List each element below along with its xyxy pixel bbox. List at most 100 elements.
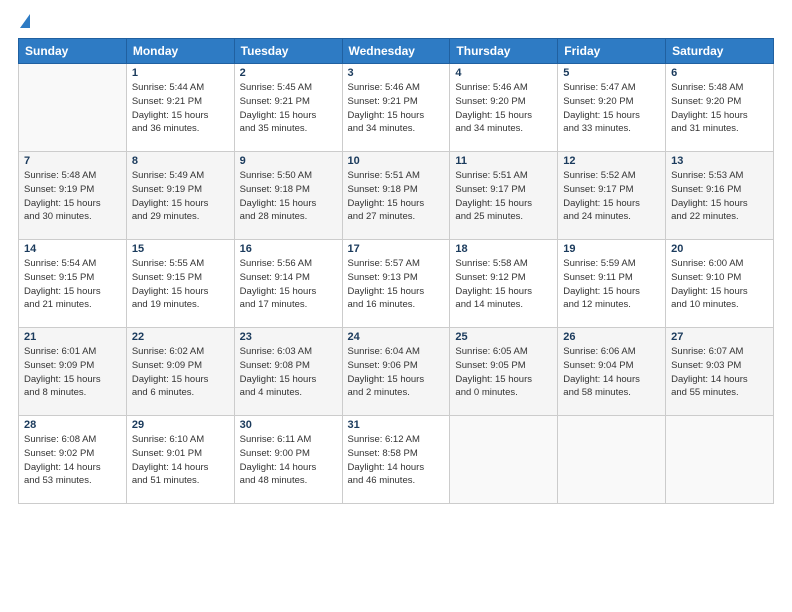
day-info: Sunrise: 6:11 AMSunset: 9:00 PMDaylight:…: [240, 433, 337, 488]
day-number: 17: [348, 243, 445, 255]
day-info: Sunrise: 6:06 AMSunset: 9:04 PMDaylight:…: [563, 345, 660, 400]
day-number: 5: [563, 67, 660, 79]
day-number: 2: [240, 67, 337, 79]
day-info: Sunrise: 5:46 AMSunset: 9:21 PMDaylight:…: [348, 81, 445, 136]
day-cell: 3 Sunrise: 5:46 AMSunset: 9:21 PMDaylight…: [342, 64, 450, 152]
day-cell: 4 Sunrise: 5:46 AMSunset: 9:20 PMDaylight…: [450, 64, 558, 152]
day-info: Sunrise: 5:51 AMSunset: 9:17 PMDaylight:…: [455, 169, 552, 224]
day-number: 26: [563, 331, 660, 343]
day-number: 4: [455, 67, 552, 79]
day-cell: [666, 416, 774, 504]
calendar: SundayMondayTuesdayWednesdayThursdayFrid…: [18, 38, 774, 504]
logo: [18, 16, 30, 28]
day-info: Sunrise: 5:50 AMSunset: 9:18 PMDaylight:…: [240, 169, 337, 224]
day-number: 7: [24, 155, 121, 167]
day-info: Sunrise: 5:52 AMSunset: 9:17 PMDaylight:…: [563, 169, 660, 224]
day-cell: 14 Sunrise: 5:54 AMSunset: 9:15 PMDayligh…: [19, 240, 127, 328]
day-number: 3: [348, 67, 445, 79]
day-number: 22: [132, 331, 229, 343]
day-info: Sunrise: 5:48 AMSunset: 9:20 PMDaylight:…: [671, 81, 768, 136]
day-info: Sunrise: 6:02 AMSunset: 9:09 PMDaylight:…: [132, 345, 229, 400]
day-number: 27: [671, 331, 768, 343]
day-cell: 9 Sunrise: 5:50 AMSunset: 9:18 PMDaylight…: [234, 152, 342, 240]
logo-triangle-icon: [20, 14, 30, 28]
page: SundayMondayTuesdayWednesdayThursdayFrid…: [0, 0, 792, 612]
day-number: 15: [132, 243, 229, 255]
day-cell: 25Sunrise: 6:05 AMSunset: 9:05 PMDayligh…: [450, 328, 558, 416]
day-info: Sunrise: 5:55 AMSunset: 9:15 PMDaylight:…: [132, 257, 229, 312]
day-cell: 29 Sunrise: 6:10 AMSunset: 9:01 PMDayligh…: [126, 416, 234, 504]
day-number: 11: [455, 155, 552, 167]
day-cell: 5 Sunrise: 5:47 AMSunset: 9:20 PMDaylight…: [558, 64, 666, 152]
day-info: Sunrise: 5:47 AMSunset: 9:20 PMDaylight:…: [563, 81, 660, 136]
day-info: Sunrise: 5:46 AMSunset: 9:20 PMDaylight:…: [455, 81, 552, 136]
day-info: Sunrise: 5:54 AMSunset: 9:15 PMDaylight:…: [24, 257, 121, 312]
day-cell: 22 Sunrise: 6:02 AMSunset: 9:09 PMDayligh…: [126, 328, 234, 416]
day-cell: 16Sunrise: 5:56 AMSunset: 9:14 PMDayligh…: [234, 240, 342, 328]
week-row-1: 1 Sunrise: 5:44 AMSunset: 9:21 PMDaylight…: [19, 64, 774, 152]
day-cell: [450, 416, 558, 504]
day-number: 30: [240, 419, 337, 431]
day-cell: 13 Sunrise: 5:53 AMSunset: 9:16 PMDayligh…: [666, 152, 774, 240]
day-cell: 1 Sunrise: 5:44 AMSunset: 9:21 PMDaylight…: [126, 64, 234, 152]
day-info: Sunrise: 5:49 AMSunset: 9:19 PMDaylight:…: [132, 169, 229, 224]
day-info: Sunrise: 5:58 AMSunset: 9:12 PMDaylight:…: [455, 257, 552, 312]
day-number: 20: [671, 243, 768, 255]
day-info: Sunrise: 5:45 AMSunset: 9:21 PMDaylight:…: [240, 81, 337, 136]
day-info: Sunrise: 6:12 AMSunset: 8:58 PMDaylight:…: [348, 433, 445, 488]
day-info: Sunrise: 6:05 AMSunset: 9:05 PMDaylight:…: [455, 345, 552, 400]
day-info: Sunrise: 5:56 AMSunset: 9:14 PMDaylight:…: [240, 257, 337, 312]
day-info: Sunrise: 6:08 AMSunset: 9:02 PMDaylight:…: [24, 433, 121, 488]
day-info: Sunrise: 5:51 AMSunset: 9:18 PMDaylight:…: [348, 169, 445, 224]
day-info: Sunrise: 6:00 AMSunset: 9:10 PMDaylight:…: [671, 257, 768, 312]
week-row-4: 21 Sunrise: 6:01 AMSunset: 9:09 PMDayligh…: [19, 328, 774, 416]
day-cell: 30 Sunrise: 6:11 AMSunset: 9:00 PMDayligh…: [234, 416, 342, 504]
day-info: Sunrise: 5:53 AMSunset: 9:16 PMDaylight:…: [671, 169, 768, 224]
day-cell: [558, 416, 666, 504]
day-cell: 7Sunrise: 5:48 AMSunset: 9:19 PMDaylight…: [19, 152, 127, 240]
day-cell: 2 Sunrise: 5:45 AMSunset: 9:21 PMDaylight…: [234, 64, 342, 152]
day-cell: 17 Sunrise: 5:57 AMSunset: 9:13 PMDayligh…: [342, 240, 450, 328]
day-number: 21: [24, 331, 121, 343]
day-number: 28: [24, 419, 121, 431]
day-cell: 8 Sunrise: 5:49 AMSunset: 9:19 PMDaylight…: [126, 152, 234, 240]
col-header-tuesday: Tuesday: [234, 39, 342, 64]
day-number: 6: [671, 67, 768, 79]
day-number: 13: [671, 155, 768, 167]
day-info: Sunrise: 6:04 AMSunset: 9:06 PMDaylight:…: [348, 345, 445, 400]
day-cell: 12Sunrise: 5:52 AMSunset: 9:17 PMDayligh…: [558, 152, 666, 240]
day-info: Sunrise: 6:03 AMSunset: 9:08 PMDaylight:…: [240, 345, 337, 400]
day-number: 8: [132, 155, 229, 167]
day-cell: 24 Sunrise: 6:04 AMSunset: 9:06 PMDayligh…: [342, 328, 450, 416]
day-number: 29: [132, 419, 229, 431]
day-cell: 26 Sunrise: 6:06 AMSunset: 9:04 PMDayligh…: [558, 328, 666, 416]
day-cell: 27 Sunrise: 6:07 AMSunset: 9:03 PMDayligh…: [666, 328, 774, 416]
week-row-3: 14 Sunrise: 5:54 AMSunset: 9:15 PMDayligh…: [19, 240, 774, 328]
header: [18, 16, 774, 28]
col-header-saturday: Saturday: [666, 39, 774, 64]
day-info: Sunrise: 5:57 AMSunset: 9:13 PMDaylight:…: [348, 257, 445, 312]
day-info: Sunrise: 6:10 AMSunset: 9:01 PMDaylight:…: [132, 433, 229, 488]
col-header-friday: Friday: [558, 39, 666, 64]
day-cell: [19, 64, 127, 152]
day-cell: 10 Sunrise: 5:51 AMSunset: 9:18 PMDayligh…: [342, 152, 450, 240]
col-header-sunday: Sunday: [19, 39, 127, 64]
day-number: 31: [348, 419, 445, 431]
day-info: Sunrise: 6:01 AMSunset: 9:09 PMDaylight:…: [24, 345, 121, 400]
week-row-2: 7Sunrise: 5:48 AMSunset: 9:19 PMDaylight…: [19, 152, 774, 240]
day-number: 19: [563, 243, 660, 255]
day-number: 9: [240, 155, 337, 167]
day-number: 1: [132, 67, 229, 79]
day-number: 10: [348, 155, 445, 167]
week-row-5: 28 Sunrise: 6:08 AMSunset: 9:02 PMDayligh…: [19, 416, 774, 504]
day-number: 18: [455, 243, 552, 255]
day-number: 14: [24, 243, 121, 255]
day-info: Sunrise: 5:44 AMSunset: 9:21 PMDaylight:…: [132, 81, 229, 136]
header-row: SundayMondayTuesdayWednesdayThursdayFrid…: [19, 39, 774, 64]
day-info: Sunrise: 6:07 AMSunset: 9:03 PMDaylight:…: [671, 345, 768, 400]
day-cell: 21 Sunrise: 6:01 AMSunset: 9:09 PMDayligh…: [19, 328, 127, 416]
col-header-monday: Monday: [126, 39, 234, 64]
day-cell: 28 Sunrise: 6:08 AMSunset: 9:02 PMDayligh…: [19, 416, 127, 504]
day-number: 24: [348, 331, 445, 343]
day-cell: 31 Sunrise: 6:12 AMSunset: 8:58 PMDayligh…: [342, 416, 450, 504]
